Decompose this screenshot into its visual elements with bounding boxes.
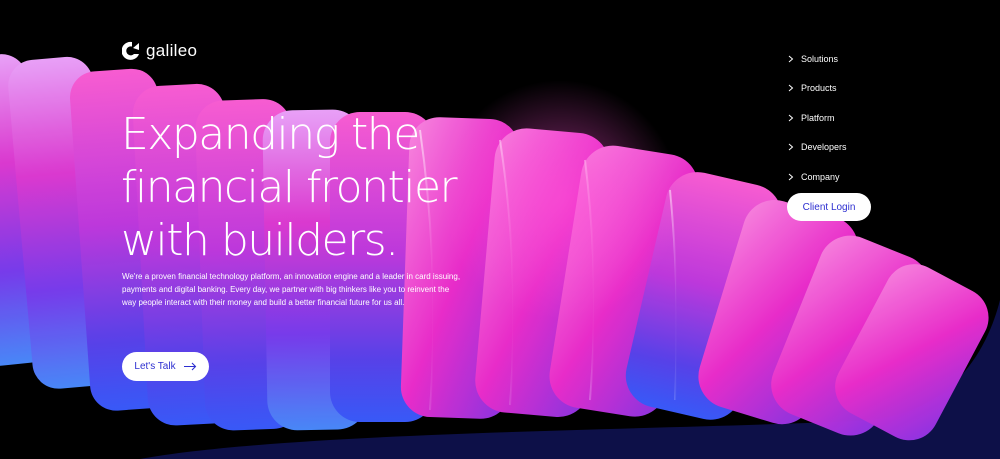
brand-name: galileo: [146, 41, 198, 60]
lets-talk-button[interactable]: Let's Talk: [122, 352, 209, 381]
nav-item-label: Developers: [801, 142, 847, 153]
chevron-right-icon: [788, 114, 794, 122]
chevron-right-icon: [788, 143, 794, 151]
hero-title: Expanding the financial frontier with bu…: [121, 108, 541, 267]
main-nav: Solutions Products Platform Developers C…: [787, 44, 847, 192]
nav-item-label: Products: [801, 83, 837, 94]
nav-item-label: Platform: [801, 112, 835, 123]
nav-item-developers[interactable]: Developers: [787, 133, 847, 163]
client-login-button[interactable]: Client Login: [787, 193, 871, 221]
chevron-right-icon: [788, 173, 794, 181]
hero-stage: galileo Solutions Products Platform Deve…: [0, 0, 1000, 459]
nav-item-platform[interactable]: Platform: [787, 103, 847, 133]
nav-item-company[interactable]: Company: [787, 162, 847, 192]
chevron-right-icon: [788, 55, 794, 63]
arrow-right-icon: [183, 362, 196, 371]
lets-talk-label: Let's Talk: [134, 361, 176, 372]
nav-item-label: Solutions: [801, 53, 839, 64]
chevron-right-icon: [788, 84, 794, 92]
brand-logo[interactable]: galileo: [122, 41, 197, 61]
nav-item-products[interactable]: Products: [787, 74, 847, 104]
hero-title-line: financial frontier: [121, 162, 458, 213]
nav-item-solutions[interactable]: Solutions: [787, 44, 847, 74]
hero-title-line: Expanding the: [121, 109, 420, 160]
nav-item-label: Company: [801, 171, 840, 182]
hero-description: We're a proven financial technology plat…: [122, 272, 461, 307]
hero-title-line: with builders.: [121, 215, 399, 266]
galileo-g-icon: [122, 41, 139, 60]
